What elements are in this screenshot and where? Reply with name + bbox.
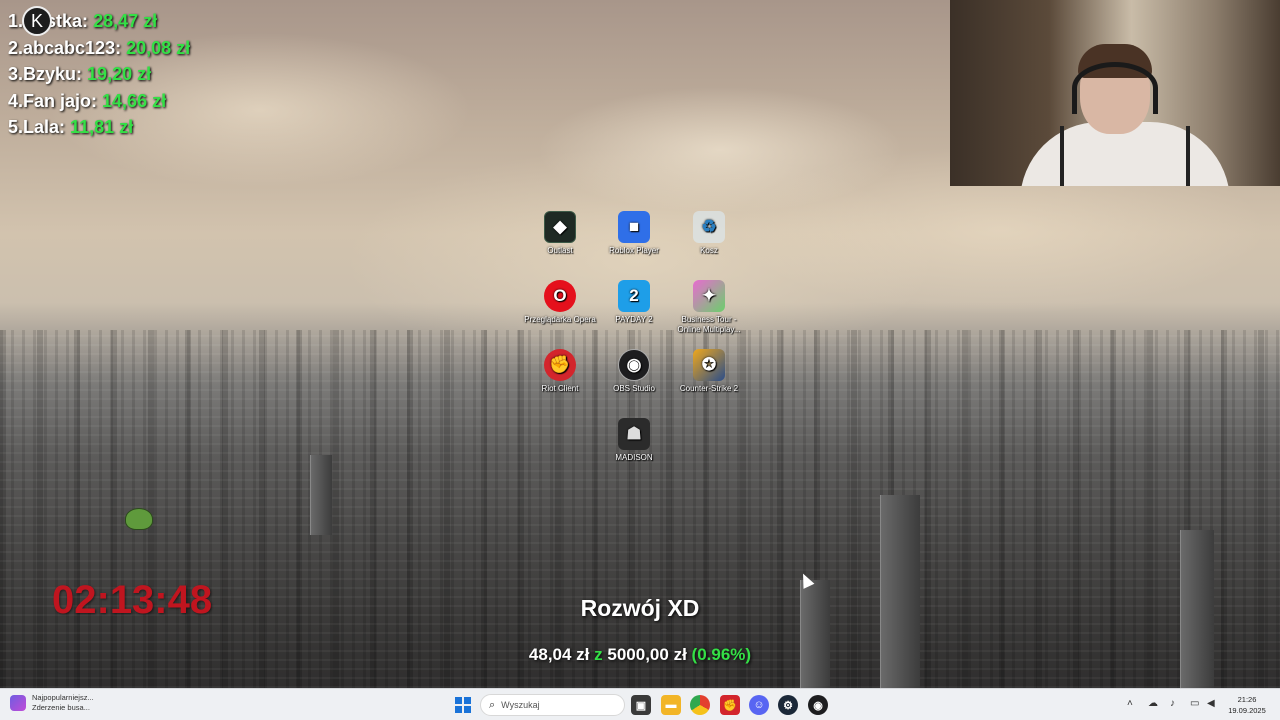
- file-explorer-icon[interactable]: ▬: [661, 695, 681, 715]
- wallpaper-tower: [310, 455, 332, 535]
- recycle-bin-icon: ♻: [693, 211, 725, 243]
- business-tour-icon: ✦: [693, 280, 725, 312]
- volume-icon[interactable]: ◀: [1207, 698, 1215, 709]
- desktop-icon-label: PAYDAY 2: [615, 315, 653, 324]
- desktop-icon-business-tour[interactable]: ✦ Business Tour - Online Multiplay...: [670, 280, 748, 335]
- goal-title: Rozwój XD: [580, 595, 700, 621]
- goal-progress-text: 48,04 zł z 5000,00 zł (0.96%): [440, 645, 840, 665]
- microphone-icon[interactable]: ♪: [1170, 698, 1175, 709]
- webcam-overlay: [950, 0, 1280, 186]
- leaderboard-name: 3.Bzyku:: [8, 64, 83, 84]
- leaderboard-amount: 28,47 zł: [93, 11, 158, 31]
- desktop-icon-opera[interactable]: O Przeglądarka Opera: [521, 280, 599, 325]
- leaderboard-amount: 20,08 zł: [126, 37, 191, 58]
- news-headline: Najpopularniejsz...: [32, 693, 94, 702]
- wallpaper-tower: [1180, 530, 1214, 688]
- leaderboard-amount: 14,66 zł: [102, 90, 167, 111]
- network-icon[interactable]: ▭: [1190, 698, 1199, 709]
- taskbar-search[interactable]: ⌕ Wyszukaj: [480, 694, 625, 716]
- wallpaper-tower: [880, 495, 920, 688]
- madison-icon: ☗: [618, 418, 650, 450]
- counter-strike-icon: ✪: [693, 349, 725, 381]
- headset-icon: [1072, 62, 1158, 114]
- desktop-icon-riot-client[interactable]: ✊ Riot Client: [521, 349, 599, 394]
- leaderboard-row: 5.Lala: 11,81 zł: [8, 114, 190, 141]
- hoodie-stripe: [1060, 126, 1064, 186]
- leaderboard-name: 5.Lala:: [8, 117, 66, 137]
- taskbar: Najpopularniejsz... Zderzenie busa... ⌕ …: [0, 688, 1280, 720]
- opera-icon: O: [544, 280, 576, 312]
- desktop-icon-label: Counter-Strike 2: [679, 384, 739, 393]
- leaderboard-name: 4.Fan jajo:: [8, 90, 98, 111]
- leaderboard-row: 4.Fan jajo: 14,66 zł: [8, 88, 190, 115]
- goal-of-word: z: [594, 645, 603, 664]
- news-widget[interactable]: Najpopularniejsz... Zderzenie busa...: [10, 693, 94, 713]
- leaderboard-row: 2.abcabc123: 20,08 zł: [8, 35, 190, 62]
- desktop-icon-outlast[interactable]: ◆ Outlast: [521, 211, 599, 256]
- windows-logo-icon: [455, 706, 462, 713]
- desktop-icon-label: Przeglądarka Opera: [524, 315, 596, 324]
- leaderboard-amount: 11,81 zł: [70, 117, 134, 137]
- discord-icon[interactable]: ☺: [749, 695, 769, 715]
- windows-logo-icon: [464, 697, 471, 704]
- payday2-icon: 2: [618, 280, 650, 312]
- obs-icon[interactable]: ◉: [808, 695, 828, 715]
- desktop-icon-roblox[interactable]: ■ Roblox Player: [595, 211, 673, 256]
- desktop-icon-payday2[interactable]: 2 PAYDAY 2: [595, 280, 673, 325]
- goal-percent: (0.96%): [691, 645, 752, 664]
- start-button[interactable]: [455, 697, 471, 713]
- desktop-icon-label: Outlast: [547, 246, 573, 255]
- desktop-icon-label: MADISON: [615, 453, 653, 462]
- cloud-icon[interactable]: ☁: [1148, 698, 1158, 709]
- kick-logo-icon: K: [22, 6, 52, 36]
- desktop-icon-label: Business Tour - Online Multiplay...: [677, 315, 741, 334]
- task-view-icon[interactable]: ▣: [631, 695, 651, 715]
- clock-date: 19.09.2025: [1228, 706, 1266, 715]
- taskbar-clock[interactable]: 21:26 19.09.2025: [1218, 694, 1276, 716]
- news-widget-text: Najpopularniejsz... Zderzenie busa...: [32, 693, 94, 713]
- windows-logo-icon: [455, 697, 462, 704]
- obs-icon: ◉: [618, 349, 650, 381]
- riot-icon[interactable]: ✊: [720, 695, 740, 715]
- goal-target: 5000,00 zł: [607, 645, 687, 664]
- desktop-icon-label: Kosz: [700, 246, 718, 255]
- widgets-icon: [10, 695, 26, 711]
- stream-timer: 02:13:48: [52, 578, 213, 622]
- chevron-up-icon[interactable]: ˄: [1127, 698, 1133, 709]
- goal-current: 48,04 zł: [528, 645, 590, 664]
- steam-icon[interactable]: ⚙: [778, 695, 798, 715]
- clock-time: 21:26: [1237, 695, 1257, 704]
- hoodie-stripe: [1186, 126, 1190, 186]
- search-icon: ⌕: [489, 698, 496, 711]
- desktop-icon-obs-studio[interactable]: ◉ OBS Studio: [595, 349, 673, 394]
- riot-client-icon: ✊: [544, 349, 576, 381]
- desktop-icon-label: Roblox Player: [609, 246, 659, 255]
- chrome-icon[interactable]: [690, 695, 710, 715]
- outlast-icon: ◆: [544, 211, 576, 243]
- news-subheadline: Zderzenie busa...: [32, 703, 90, 712]
- leaderboard-row: 3.Bzyku: 19,20 zł: [8, 61, 190, 88]
- desktop-icon-label: OBS Studio: [613, 384, 655, 393]
- search-placeholder: Wyszukaj: [501, 700, 540, 710]
- desktop-icon-counter-strike[interactable]: ✪ Counter-Strike 2: [670, 349, 748, 394]
- windows-logo-icon: [464, 706, 471, 713]
- pepe-emote-icon: [125, 508, 153, 530]
- leaderboard-amount: 19,20 zł: [87, 64, 152, 84]
- desktop-icon-label: Riot Client: [541, 384, 579, 393]
- leaderboard-name: 2.abcabc123:: [8, 37, 122, 58]
- roblox-icon: ■: [618, 211, 650, 243]
- desktop-icon-madison[interactable]: ☗ MADISON: [595, 418, 673, 463]
- desktop-icon-recycle-bin[interactable]: ♻ Kosz: [670, 211, 748, 256]
